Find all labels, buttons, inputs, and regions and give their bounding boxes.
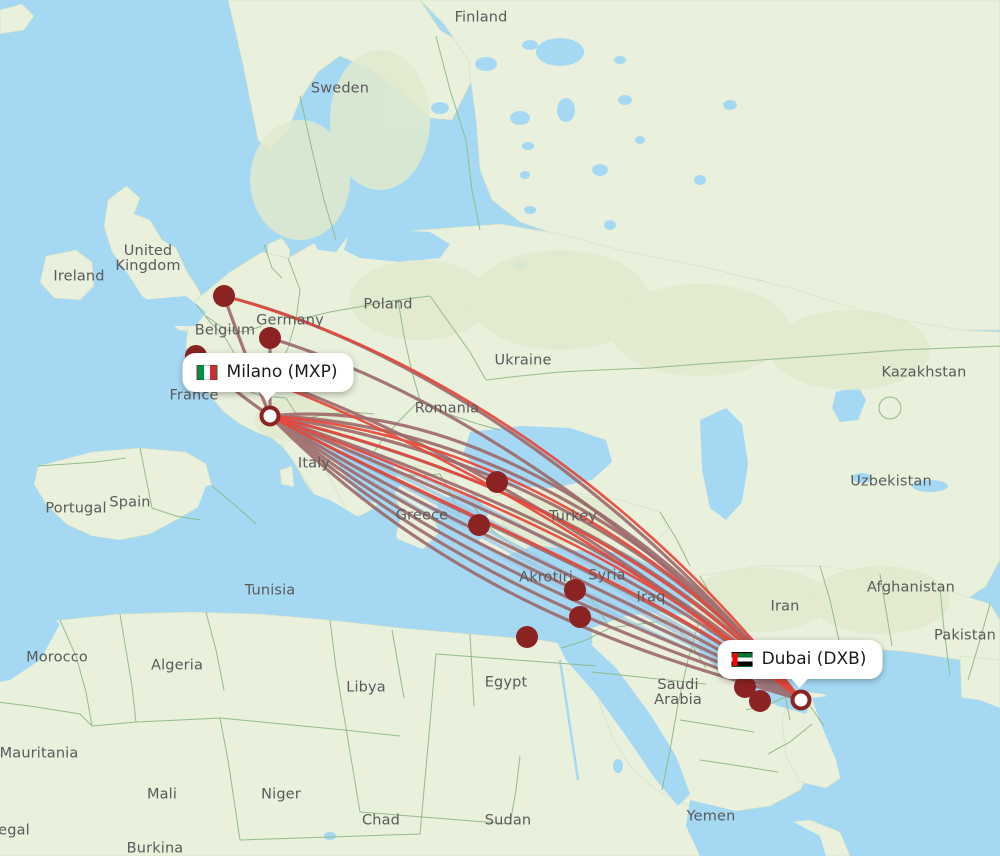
airport-tooltip-mxp[interactable]: Milano (MXP) — [182, 353, 354, 401]
waypoint-marker — [486, 471, 508, 493]
waypoint-marker — [259, 327, 281, 349]
flag-italy-icon — [196, 364, 218, 380]
airport-label-dxb: Dubai (DXB) — [761, 649, 867, 669]
flight-routes-layer — [185, 285, 812, 712]
waypoint-marker — [213, 285, 235, 307]
waypoint-marker — [569, 606, 591, 628]
airport-label-mxp: Milano (MXP) — [226, 362, 338, 382]
airport-tooltip-dxb[interactable]: Dubai (DXB) — [717, 640, 883, 688]
waypoint-marker — [749, 690, 771, 712]
tooltip-tail — [257, 390, 278, 401]
tooltip-tail — [790, 677, 810, 688]
waypoint-marker — [564, 579, 586, 601]
flight-route-map[interactable]: Finland Sweden United Kingdom Ireland Poland… — [0, 0, 1000, 856]
waypoint-marker — [468, 514, 490, 536]
endpoint-marker-mxp — [259, 405, 281, 427]
endpoint-marker-dxb — [790, 689, 812, 711]
flag-uae-icon — [731, 651, 753, 667]
waypoint-marker — [516, 626, 538, 648]
